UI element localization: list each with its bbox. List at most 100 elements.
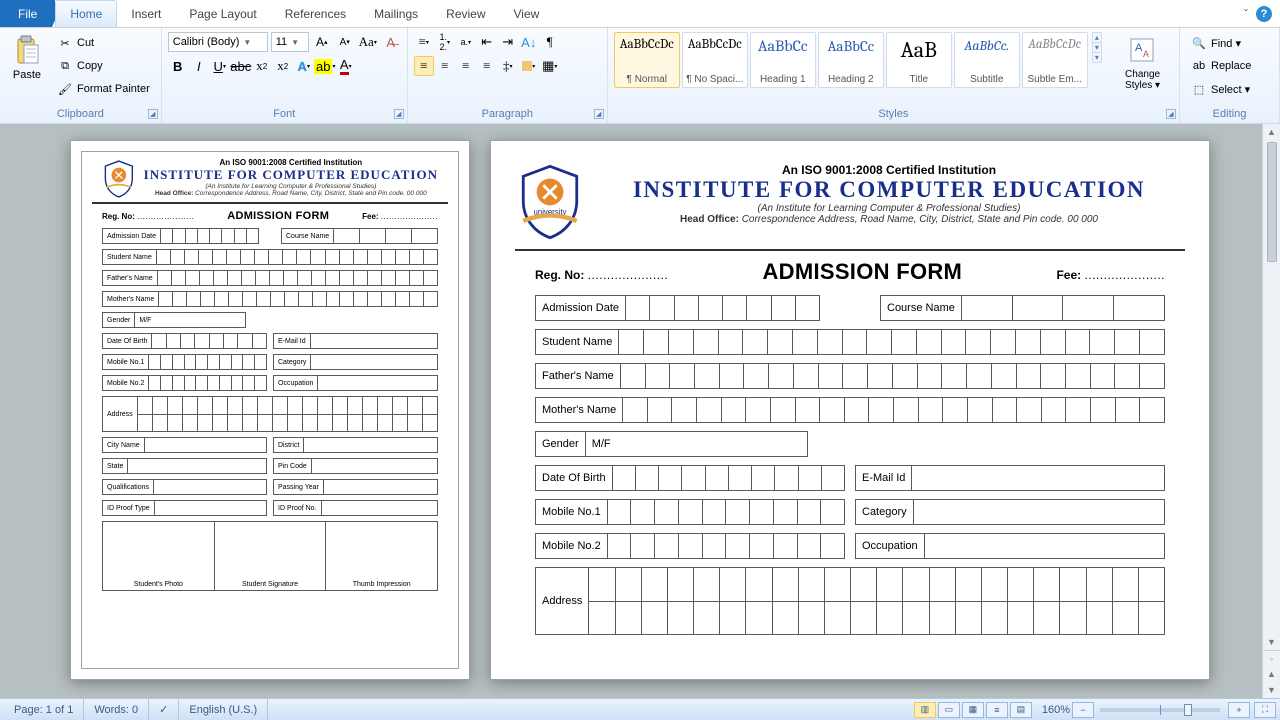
tab-references[interactable]: References — [271, 0, 360, 27]
svg-text:A: A — [1143, 49, 1149, 59]
font-name-combo[interactable]: Calibri (Body)▼ — [168, 32, 268, 52]
copy-button[interactable]: ⧉Copy — [52, 55, 155, 77]
find-button[interactable]: 🔍 Find ▾ — [1186, 32, 1256, 54]
decrease-indent-button[interactable]: ⇤ — [477, 32, 497, 52]
align-center-button[interactable]: ≡ — [435, 56, 455, 76]
styles-launcher[interactable]: ◢ — [1166, 109, 1176, 119]
view-web-layout[interactable]: ▦ — [962, 702, 984, 718]
status-words[interactable]: Words: 0 — [84, 699, 149, 720]
paragraph-launcher[interactable]: ◢ — [594, 109, 604, 119]
view-print-layout[interactable]: ▥ — [914, 702, 936, 718]
underline-button[interactable]: U▾ — [210, 56, 230, 76]
style-swatch[interactable]: AaBbCcDcSubtle Em... — [1022, 32, 1088, 88]
field-gender: GenderM/F — [102, 312, 246, 328]
paste-label: Paste — [13, 69, 41, 81]
clipboard-launcher[interactable]: ◢ — [148, 109, 158, 119]
style-swatch[interactable]: AaBbCcDc¶ Normal — [614, 32, 680, 88]
borders-button[interactable]: ▦▾ — [540, 56, 560, 76]
font-color-button[interactable]: A▾ — [336, 56, 356, 76]
zoom-out-button[interactable]: − — [1072, 702, 1094, 718]
select-icon: ⬚ — [1191, 81, 1207, 97]
field-mob2: Mobile No.2 — [535, 533, 845, 559]
shading-button[interactable]: ▾ — [519, 56, 539, 76]
increase-indent-button[interactable]: ⇥ — [498, 32, 518, 52]
cert-line: An ISO 9001:2008 Certified Institution — [593, 163, 1185, 177]
tab-mailings[interactable]: Mailings — [360, 0, 432, 27]
line-spacing-button[interactable]: ‡▾ — [498, 56, 518, 76]
find-icon: 🔍 — [1191, 35, 1207, 51]
font-size-combo[interactable]: 11▼ — [271, 32, 309, 52]
superscript-button[interactable]: x2 — [273, 56, 293, 76]
align-right-button[interactable]: ≡ — [456, 56, 476, 76]
field-course: Course Name — [880, 295, 1165, 321]
zoom-in-button[interactable]: + — [1228, 702, 1250, 718]
field-email: E-Mail Id — [855, 465, 1165, 491]
change-case-button[interactable]: Aa▾ — [358, 32, 378, 52]
replace-button[interactable]: abReplace — [1186, 55, 1256, 77]
numbering-button[interactable]: 1.2.▾ — [435, 32, 455, 52]
grow-font-button[interactable]: A▴ — [312, 32, 332, 52]
shrink-font-button[interactable]: A▾ — [335, 32, 355, 52]
style-swatch[interactable]: AaBbCc.Subtitle — [954, 32, 1020, 88]
status-proofing[interactable]: ✓ — [149, 699, 179, 720]
cut-button[interactable]: ✂Cut — [52, 32, 155, 54]
subscript-button[interactable]: x2 — [252, 56, 272, 76]
sort-button[interactable]: A↓ — [519, 32, 539, 52]
view-outline[interactable]: ≡ — [986, 702, 1008, 718]
svg-text:A: A — [1135, 42, 1143, 54]
tab-review[interactable]: Review — [432, 0, 499, 27]
tab-insert[interactable]: Insert — [117, 0, 175, 27]
tab-home[interactable]: Home — [55, 0, 117, 27]
field-category: Category — [855, 499, 1165, 525]
clear-formatting-button[interactable]: A̶ — [381, 32, 401, 52]
style-swatch[interactable]: AaBbCcDc¶ No Spaci... — [682, 32, 748, 88]
text-effects-button[interactable]: A▾ — [294, 56, 314, 76]
strikethrough-button[interactable]: abc — [231, 56, 251, 76]
style-swatch[interactable]: AaBbCcHeading 1 — [750, 32, 816, 88]
tab-page-layout[interactable]: Page Layout — [175, 0, 270, 27]
find-label: Find ▾ — [1211, 37, 1241, 50]
zoom-level[interactable]: 160% — [1042, 704, 1070, 716]
highlight-button[interactable]: ab▾ — [315, 56, 335, 76]
tab-file[interactable]: File — [0, 0, 55, 27]
status-page[interactable]: Page: 1 of 1 — [4, 699, 84, 720]
italic-button[interactable]: I — [189, 56, 209, 76]
paste-button[interactable]: Paste — [6, 32, 48, 84]
justify-button[interactable]: ≡ — [477, 56, 497, 76]
cut-icon: ✂ — [57, 35, 73, 51]
show-marks-button[interactable]: ¶ — [540, 32, 560, 52]
tab-view[interactable]: View — [500, 0, 554, 27]
bold-button[interactable]: B — [168, 56, 188, 76]
select-button[interactable]: ⬚Select ▾ — [1186, 78, 1256, 100]
format-painter-button[interactable]: 🖌Format Painter — [52, 78, 155, 100]
bullets-button[interactable]: ≡▾ — [414, 32, 434, 52]
paste-icon — [11, 35, 43, 67]
view-draft[interactable]: ▤ — [1010, 702, 1032, 718]
styles-gallery-more[interactable]: ▴▾▾ — [1092, 32, 1102, 63]
page-1[interactable]: An ISO 9001:2008 Certified Institution I… — [70, 140, 470, 680]
cert-line: An ISO 9001:2008 Certified Institution — [144, 158, 438, 167]
format-painter-label: Format Painter — [77, 83, 150, 95]
view-full-screen[interactable]: ▭ — [938, 702, 960, 718]
font-launcher[interactable]: ◢ — [394, 109, 404, 119]
status-language[interactable]: English (U.S.) — [179, 699, 268, 720]
reg-no-label: Reg. No: — [102, 212, 135, 221]
vertical-scrollbar[interactable]: ▲▼ ◦▲▼ — [1262, 124, 1280, 698]
minimize-ribbon-icon[interactable]: ˇ — [1244, 7, 1248, 21]
align-left-button[interactable]: ≡ — [414, 56, 434, 76]
zoom-fit-button[interactable]: ⛶ — [1254, 702, 1276, 718]
page-2-zoomed[interactable]: university An ISO 9001:2008 Certified In… — [490, 140, 1210, 680]
style-swatch[interactable]: AaBbCcHeading 2 — [818, 32, 884, 88]
zoom-slider[interactable] — [1100, 708, 1220, 712]
field-state: State — [102, 458, 267, 474]
multilevel-button[interactable]: a.▾ — [456, 32, 476, 52]
field-dob: Date Of Birth — [102, 333, 267, 349]
field-admission: Admission Date — [535, 295, 820, 321]
help-icon[interactable]: ? — [1256, 6, 1272, 22]
style-swatch[interactable]: AaBTitle — [886, 32, 952, 88]
change-styles-button[interactable]: AA Change Styles ▾ — [1112, 32, 1173, 94]
head-office-label: Head Office: — [680, 214, 739, 225]
head-office-text: Correspondence Address, Road Name, City,… — [742, 214, 1098, 225]
styles-gallery[interactable]: AaBbCcDc¶ NormalAaBbCcDc¶ No Spaci...AaB… — [614, 32, 1088, 88]
change-styles-label: Change Styles ▾ — [1117, 69, 1168, 91]
